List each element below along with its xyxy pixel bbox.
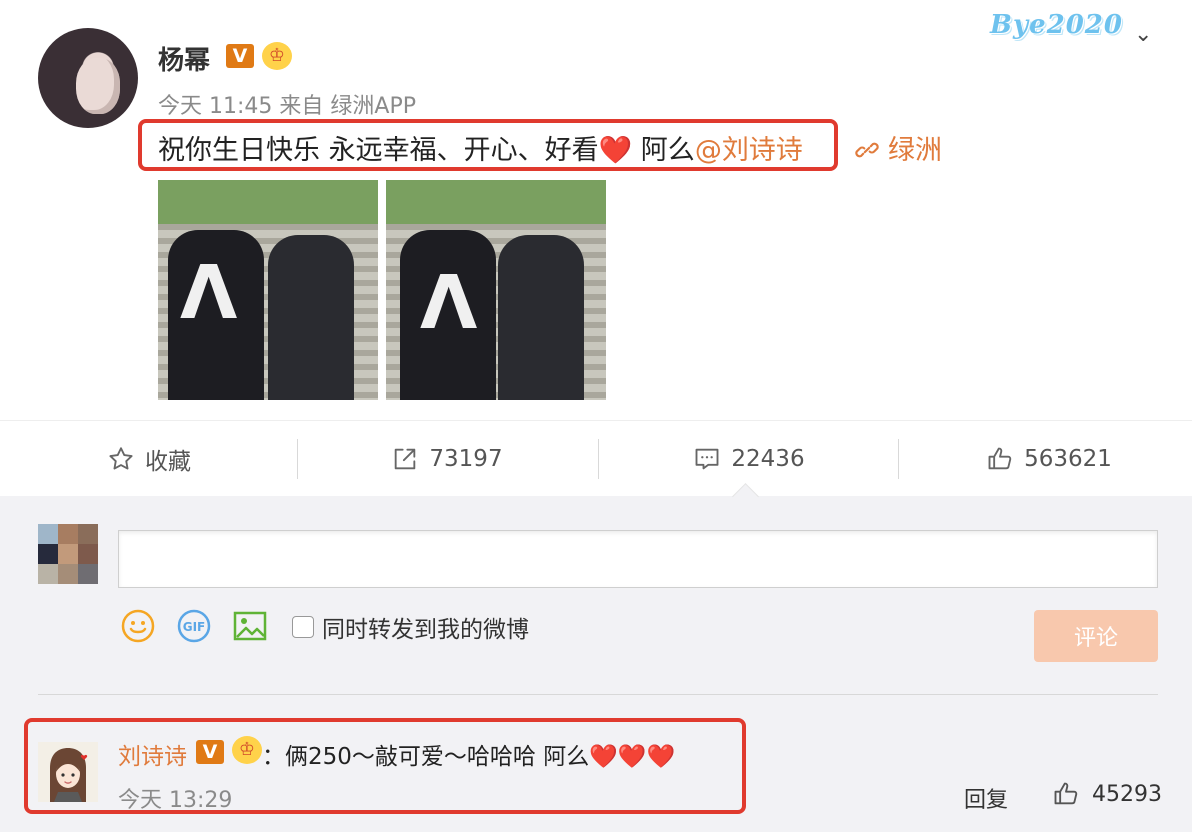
reply-avatar[interactable] <box>38 742 98 802</box>
reply-time: 今天 13:29 <box>118 788 233 813</box>
mention-link[interactable]: @刘诗诗 <box>695 135 803 166</box>
thumbs-up-icon <box>1054 782 1078 805</box>
share-icon <box>395 448 416 470</box>
repost-button[interactable]: 73197 <box>298 421 596 497</box>
verified-badge: V <box>196 740 224 764</box>
reply-author[interactable]: 刘诗诗 <box>118 737 187 771</box>
emoji-icon[interactable] <box>120 608 156 644</box>
star-icon <box>109 447 133 470</box>
crown-badge-icon: ♔ <box>232 736 262 764</box>
post-text: 祝你生日快乐 永远幸福、开心、好看❤️ 阿么@刘诗诗 <box>158 128 803 167</box>
topic-link[interactable]: 绿洲 <box>854 128 942 167</box>
reply-button[interactable]: 回复 <box>964 782 1008 814</box>
crown-badge-icon: ♔ <box>262 42 292 70</box>
post-meta: 今天 11:45 来自 绿洲APP <box>158 88 416 120</box>
comment-icon <box>695 448 719 470</box>
reply-like-button[interactable]: 45293 <box>1052 780 1162 808</box>
post-source[interactable]: 来自 绿洲APP <box>279 94 416 119</box>
my-avatar[interactable] <box>38 524 98 584</box>
link-icon <box>855 142 879 158</box>
forward-label[interactable]: 同时转发到我的微博 <box>322 610 529 644</box>
favorite-label: 收藏 <box>145 449 191 475</box>
comment-count: 22436 <box>731 446 805 472</box>
post-photo-1[interactable]: Ʌ <box>158 180 378 400</box>
thumbs-up-icon <box>988 447 1012 470</box>
cartoon-avatar-icon <box>50 748 88 802</box>
watermark-logo: Bye2020 <box>990 10 1123 40</box>
image-icon[interactable] <box>232 608 268 644</box>
forward-checkbox[interactable] <box>292 616 314 638</box>
like-count: 563621 <box>1024 446 1112 472</box>
like-button[interactable]: 563621 <box>900 421 1192 497</box>
action-bar: 收藏 73197 22436 563621 <box>0 420 1192 497</box>
post-time[interactable]: 今天 11:45 <box>158 94 272 119</box>
chevron-down-icon[interactable]: ⌄ <box>1134 22 1152 47</box>
author-avatar[interactable] <box>38 28 138 128</box>
verified-badge: V <box>226 44 254 68</box>
gif-icon[interactable]: GIF <box>176 608 212 644</box>
reply-text-main: 俩250～敲可爱～哈哈哈 阿么 <box>285 744 590 770</box>
submit-comment-button[interactable]: 评论 <box>1034 610 1158 662</box>
divider <box>38 694 1158 695</box>
weibo-post: 杨幂 V ♔ 今天 11:45 来自 绿洲APP Bye2020 ⌄ 祝你生日快… <box>0 0 1192 420</box>
post-photo-2[interactable]: Ʌ <box>386 180 606 400</box>
favorite-button[interactable]: 收藏 <box>0 421 298 497</box>
svg-text:GIF: GIF <box>183 620 206 634</box>
hearts-icon: ❤️❤️❤️ <box>589 744 676 770</box>
author-name[interactable]: 杨幂 <box>158 40 210 77</box>
comment-input[interactable] <box>118 530 1158 588</box>
reply-like-count: 45293 <box>1092 781 1162 807</box>
post-text-tail: 阿么 <box>632 135 695 166</box>
reply-text: ：俩250～敲可爱～哈哈哈 阿么❤️❤️❤️ <box>262 737 675 771</box>
post-text-main: 祝你生日快乐 永远幸福、开心、好看 <box>158 135 599 166</box>
heart-icon: ❤️ <box>598 135 633 166</box>
topic-link-label[interactable]: 绿洲 <box>888 135 942 166</box>
reply-colon: ： <box>262 744 285 770</box>
repost-count: 73197 <box>429 446 503 472</box>
